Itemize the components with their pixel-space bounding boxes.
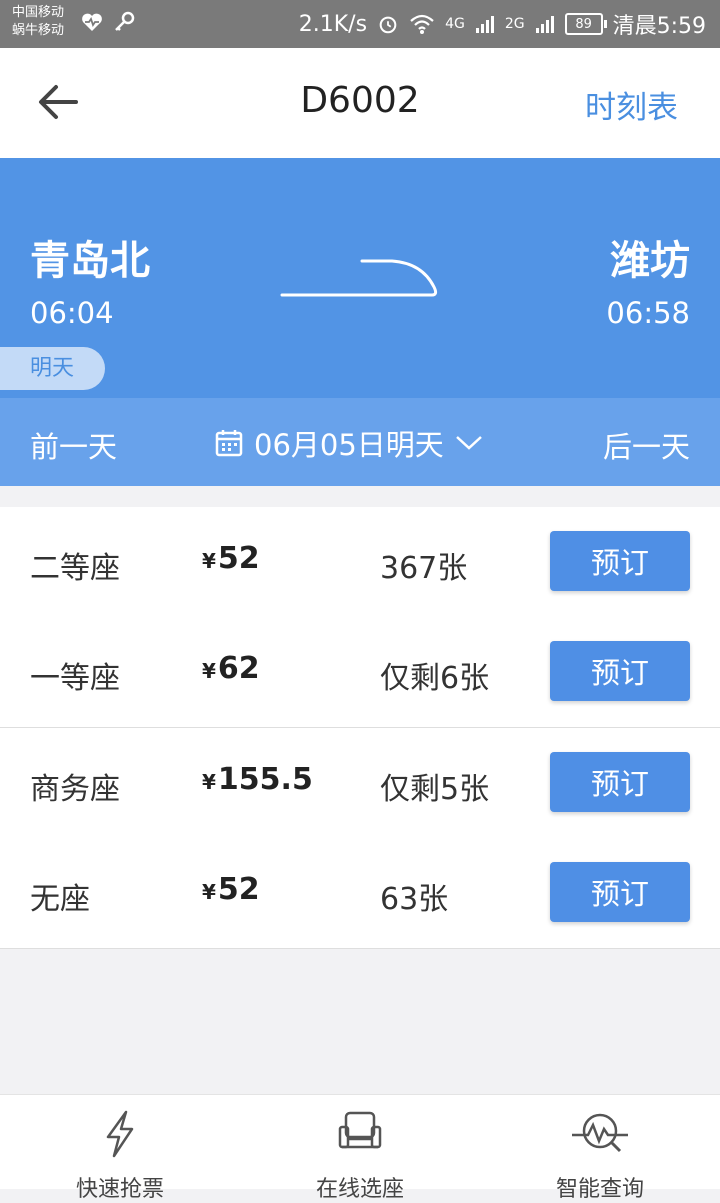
seat-type: 无座 bbox=[30, 882, 90, 917]
seat-type: 二等座 bbox=[30, 551, 120, 586]
date-picker[interactable]: 06月05日明天 bbox=[214, 422, 484, 464]
ticket-count: 仅剩5张 bbox=[380, 772, 490, 807]
seat-price: ¥62 bbox=[202, 651, 260, 686]
seat-type: 一等座 bbox=[30, 661, 120, 696]
prev-day-button[interactable]: 前一天 bbox=[30, 424, 117, 466]
seat-list: 二等座 ¥52 367张 预订 一等座 ¥62 仅剩6张 预订 商务座 ¥155… bbox=[0, 507, 720, 949]
bottom-tab-bar: 快速抢票 在线选座 智能查询 bbox=[0, 1094, 720, 1202]
chevron-down-icon bbox=[455, 436, 482, 450]
seat-type: 商务座 bbox=[30, 772, 120, 807]
status-left-icons bbox=[80, 10, 136, 34]
tab-label: 在线选座 bbox=[315, 1177, 404, 1202]
clock: 清晨5:59 bbox=[612, 14, 706, 39]
book-button[interactable]: 预订 bbox=[550, 862, 690, 922]
train-route-icon bbox=[280, 259, 438, 297]
carrier-1: 中国移动 bbox=[12, 5, 65, 20]
departure-time: 06:04 bbox=[30, 296, 114, 330]
carrier-2: 蜗牛移动 bbox=[12, 23, 65, 38]
book-button[interactable]: 预订 bbox=[550, 641, 690, 701]
heart-rate-icon bbox=[82, 13, 102, 31]
date-bar: 前一天 06月05日明天 后一天 bbox=[0, 398, 720, 486]
tab-quick-ticket[interactable]: 快速抢票 bbox=[0, 1095, 240, 1202]
battery-icon: 89 bbox=[564, 13, 607, 35]
top-nav: D6002 时刻表 bbox=[0, 48, 720, 158]
next-day-button[interactable]: 后一天 bbox=[603, 424, 690, 466]
ticket-count: 367张 bbox=[380, 551, 468, 586]
seat-row: 一等座 ¥62 仅剩6张 预订 bbox=[0, 617, 720, 728]
timetable-link[interactable]: 时刻表 bbox=[585, 82, 678, 127]
arrival-station: 潍坊 bbox=[610, 238, 690, 284]
tab-seat-select[interactable]: 在线选座 bbox=[240, 1095, 480, 1202]
signal-2-icon bbox=[535, 16, 554, 33]
ticket-count: 63张 bbox=[380, 882, 449, 917]
status-bar: 中国移动 蜗牛移动 2.1K/s 4G 2G 89 清晨5:59 bbox=[0, 0, 720, 48]
signal-1-icon bbox=[475, 16, 494, 33]
tab-smart-search[interactable]: 智能查询 bbox=[480, 1095, 720, 1202]
key-icon bbox=[115, 11, 135, 31]
network-speed: 2.1K/s bbox=[298, 11, 368, 37]
seat-price: ¥52 bbox=[202, 541, 260, 576]
seat-row: 商务座 ¥155.5 仅剩5张 预订 bbox=[0, 728, 720, 838]
seat-icon bbox=[338, 1111, 382, 1149]
book-button[interactable]: 预订 bbox=[550, 752, 690, 812]
signal-2-label: 2G bbox=[504, 16, 525, 32]
signal-1-label: 4G bbox=[445, 16, 465, 32]
currency-symbol: ¥ bbox=[202, 549, 216, 573]
departure-station: 青岛北 bbox=[30, 238, 150, 284]
tab-label: 智能查询 bbox=[555, 1177, 644, 1202]
status-right: 2.1K/s 4G 2G 89 清晨5:59 bbox=[299, 0, 706, 48]
alarm-icon bbox=[379, 16, 397, 34]
currency-symbol: ¥ bbox=[202, 770, 216, 794]
selected-date: 06月05日明天 bbox=[254, 428, 444, 462]
seat-price: ¥52 bbox=[202, 872, 260, 907]
price-value: 52 bbox=[217, 541, 260, 576]
arrival-time: 06:58 bbox=[606, 296, 690, 330]
seat-row: 二等座 ¥52 367张 预订 bbox=[0, 507, 720, 617]
day-badge: 明天 bbox=[0, 347, 105, 390]
smart-search-icon bbox=[572, 1113, 628, 1153]
tab-label: 快速抢票 bbox=[75, 1177, 164, 1202]
currency-symbol: ¥ bbox=[202, 880, 216, 904]
carrier-info: 中国移动 蜗牛移动 bbox=[12, 4, 64, 40]
price-value: 155.5 bbox=[217, 762, 313, 797]
seat-price: ¥155.5 bbox=[202, 762, 313, 797]
wifi-icon bbox=[410, 14, 434, 34]
ticket-count: 仅剩6张 bbox=[380, 661, 490, 696]
price-value: 62 bbox=[217, 651, 260, 686]
lightning-icon bbox=[106, 1110, 134, 1158]
calendar-icon bbox=[215, 430, 243, 457]
currency-symbol: ¥ bbox=[202, 659, 216, 683]
price-value: 52 bbox=[217, 872, 260, 907]
book-button[interactable]: 预订 bbox=[550, 531, 690, 591]
seat-row: 无座 ¥52 63张 预订 bbox=[0, 838, 720, 949]
journey-header: 青岛北 06:04 潍坊 06:58 明天 bbox=[0, 158, 720, 398]
